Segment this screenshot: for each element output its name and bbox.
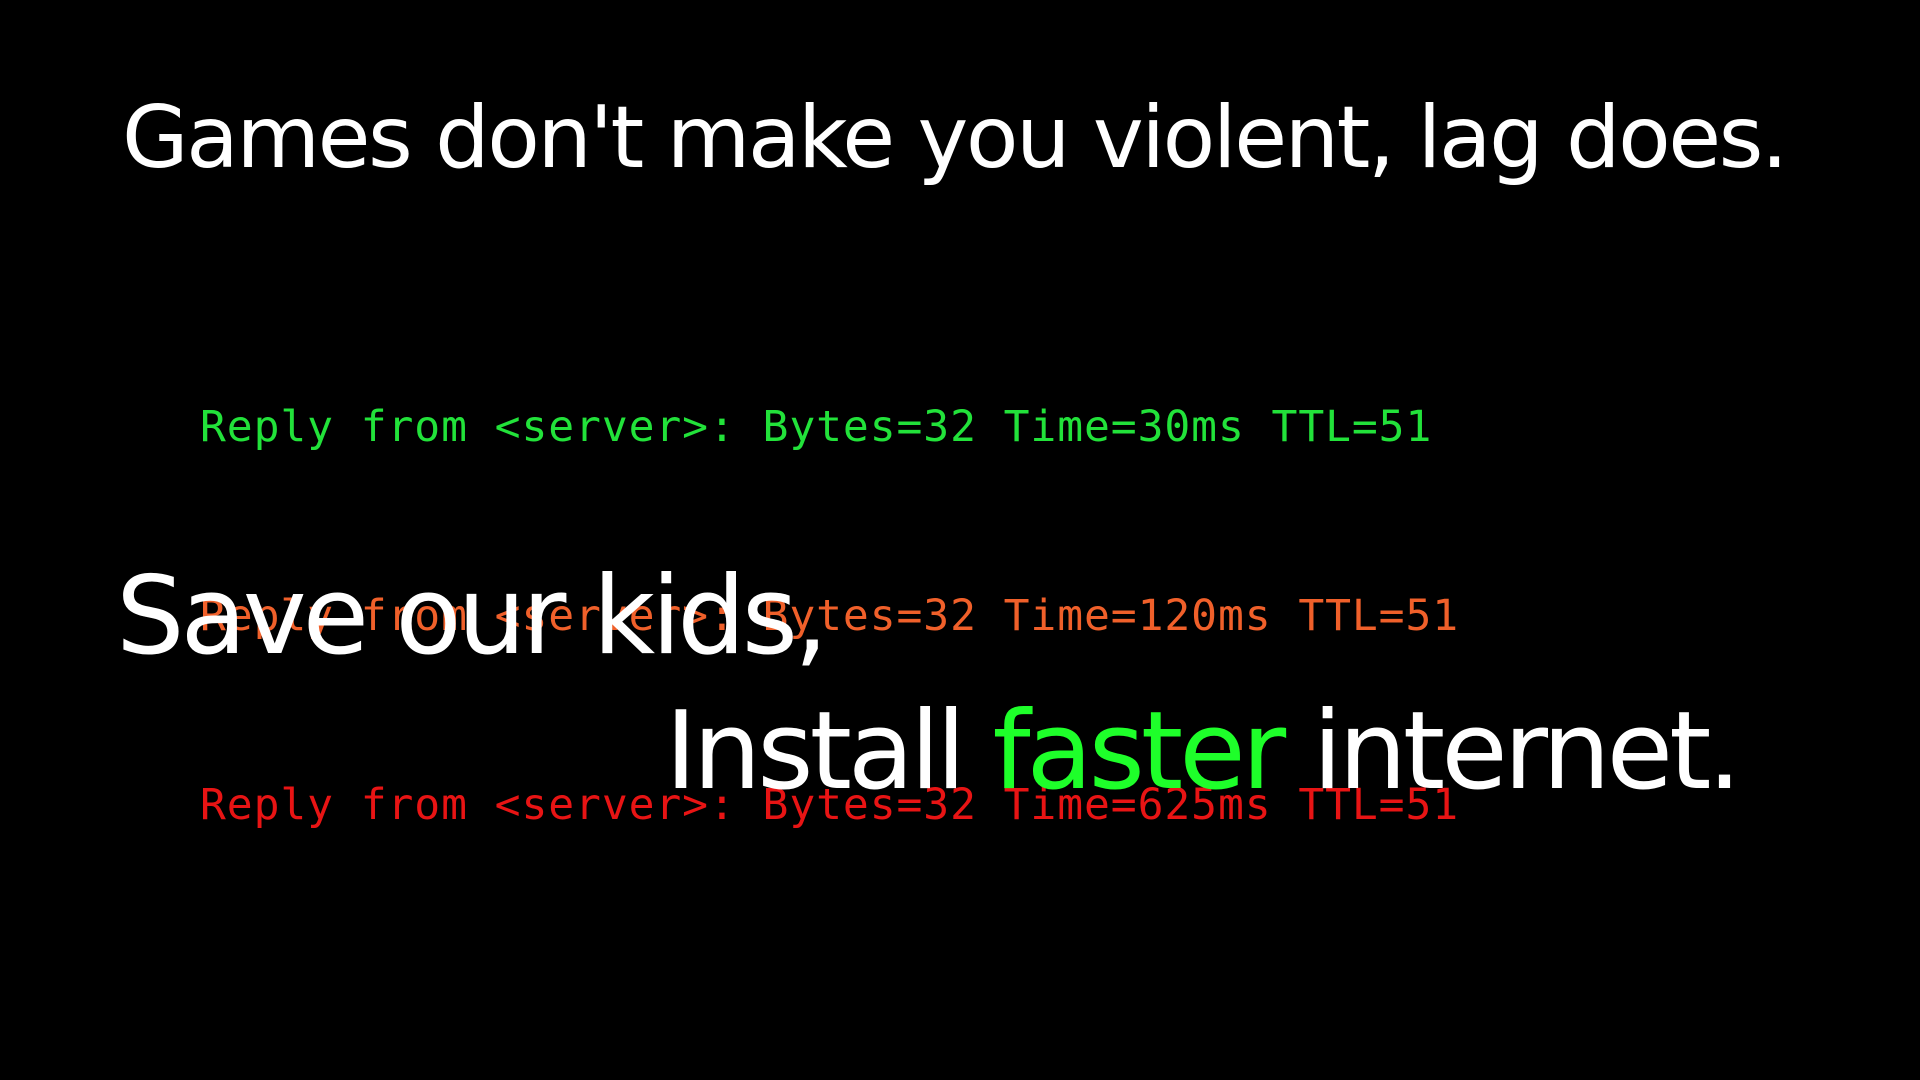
tagline-line-1: Save our kids,	[116, 554, 828, 679]
tagline-line-2: Install faster internet.	[665, 698, 1742, 806]
slide: Games don't make you violent, lag does. …	[0, 0, 1920, 1080]
tagline-text-after: internet.	[1282, 689, 1741, 814]
tagline-text-before: Install	[665, 689, 993, 814]
headline: Games don't make you violent, lag does.	[122, 88, 1788, 188]
ping-reply-line-fast: Reply from <server>: Bytes=32 Time=30ms …	[200, 402, 1433, 452]
tagline-highlight-word: faster	[992, 689, 1286, 814]
